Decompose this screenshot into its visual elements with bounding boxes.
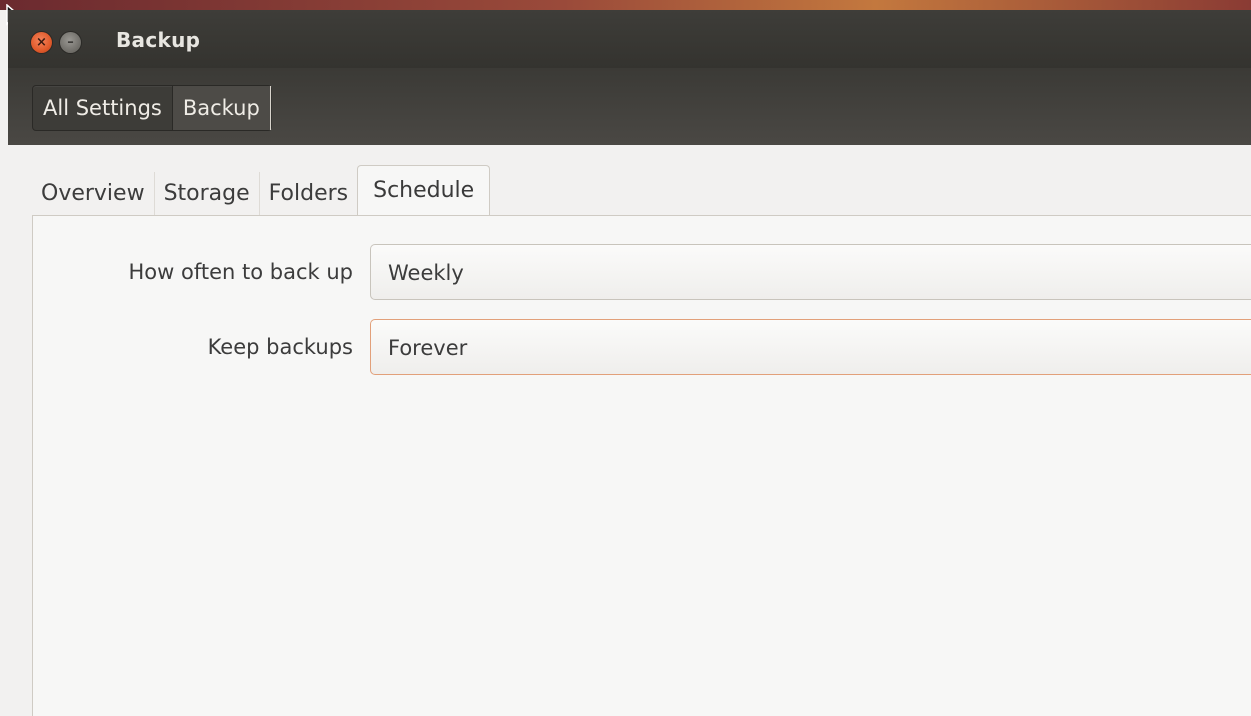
retention-dropdown[interactable]: Forever bbox=[370, 319, 1251, 375]
close-icon: × bbox=[36, 35, 47, 50]
tab-bar: Overview Storage Folders Schedule bbox=[32, 165, 491, 216]
frequency-label: How often to back up bbox=[128, 260, 353, 284]
title-bar[interactable]: × – Backup bbox=[8, 10, 1251, 68]
tab-folders[interactable]: Folders bbox=[260, 172, 357, 216]
breadcrumb-all-settings[interactable]: All Settings bbox=[33, 86, 173, 130]
tab-overview[interactable]: Overview bbox=[32, 172, 155, 216]
close-button[interactable]: × bbox=[31, 32, 52, 53]
minimize-button[interactable]: – bbox=[60, 32, 81, 53]
breadcrumb-backup[interactable]: Backup bbox=[172, 86, 271, 130]
breadcrumb: All Settings Backup bbox=[32, 85, 272, 131]
main-content: Overview Storage Folders Schedule How of… bbox=[8, 145, 1251, 716]
minimize-icon: – bbox=[67, 35, 74, 50]
backup-window: × – Backup All Settings Backup Overview … bbox=[8, 10, 1251, 716]
window-title: Backup bbox=[116, 28, 201, 52]
frequency-dropdown[interactable]: Weekly bbox=[370, 244, 1251, 300]
toolbar: All Settings Backup bbox=[8, 68, 1251, 146]
tab-storage[interactable]: Storage bbox=[155, 172, 260, 216]
retention-label: Keep backups bbox=[207, 335, 353, 359]
desktop-top-strip bbox=[0, 0, 1251, 10]
tab-schedule[interactable]: Schedule bbox=[357, 165, 491, 216]
schedule-pane: How often to back up Weekly Keep backups… bbox=[32, 215, 1251, 716]
